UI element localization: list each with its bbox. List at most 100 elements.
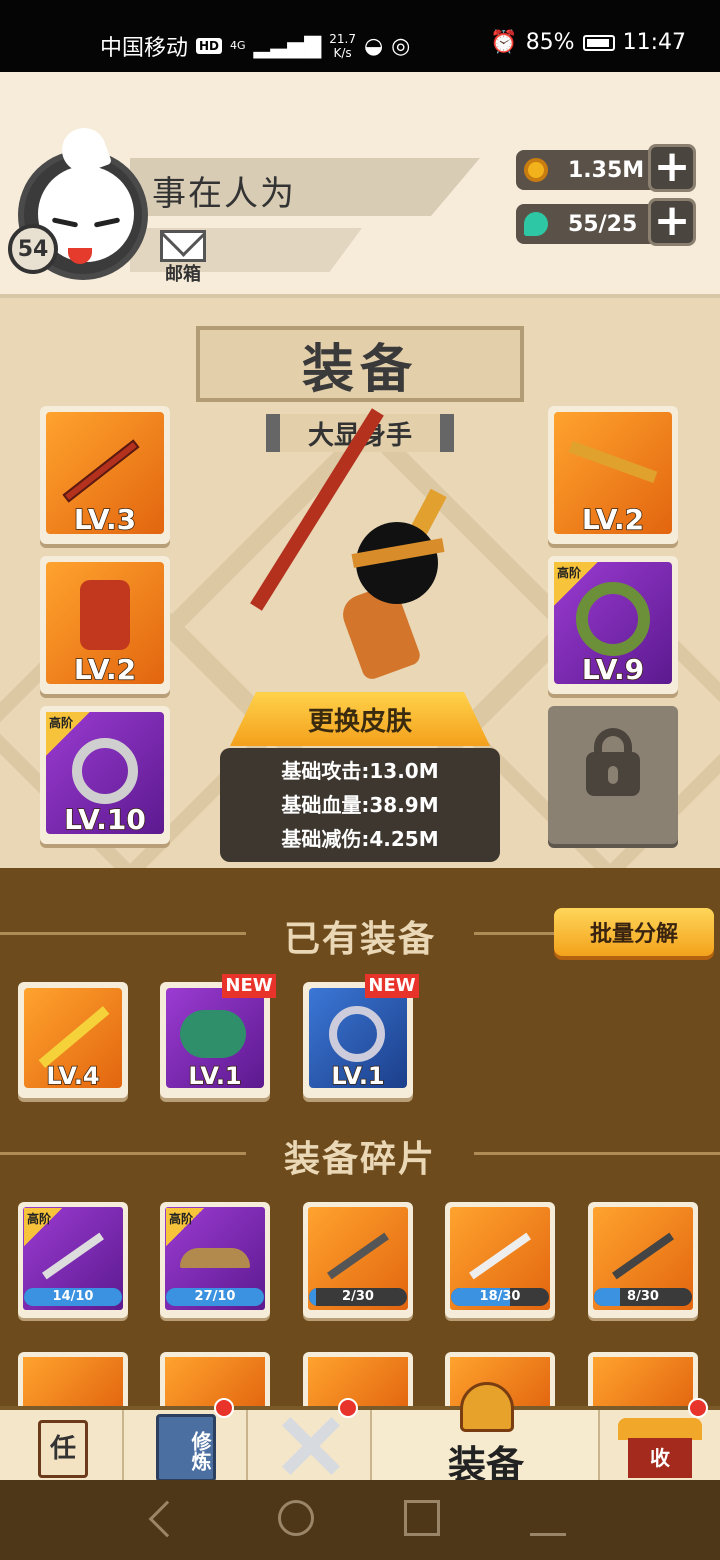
high-tier-tag: 高阶: [166, 1208, 204, 1246]
add-energy-button[interactable]: +: [648, 198, 696, 246]
armor-icon: [80, 580, 130, 650]
network-label: 4G: [230, 39, 246, 52]
slot-level: LV.3: [73, 502, 137, 537]
change-skin-button[interactable]: 更换皮肤: [230, 692, 490, 746]
batch-dismantle-button[interactable]: 批量分解: [554, 908, 714, 956]
gold-counter: 1.35M +: [516, 144, 696, 192]
wechat-icon: ◎: [391, 33, 411, 59]
system-nav-bar: [0, 1480, 720, 1560]
clock: 11:47: [622, 30, 686, 55]
battery-icon: [582, 34, 615, 51]
alarm-icon: ⏰: [490, 30, 518, 55]
speed-unit: K/s: [333, 46, 352, 60]
item-level: LV.1: [331, 1061, 386, 1091]
pavilion-icon: 收: [628, 1438, 692, 1478]
equip-slot-armor[interactable]: LV.2: [40, 556, 170, 694]
home-icon[interactable]: [278, 1500, 314, 1536]
base-stats-panel: 基础攻击:13.0M 基础血量:38.9M 基础减伤:4.25M: [220, 748, 500, 862]
add-gold-button[interactable]: +: [648, 144, 696, 192]
fragments-section-title: 装备碎片: [283, 1139, 436, 1180]
notification-dot: [214, 1398, 234, 1418]
slot-level: LV.9: [581, 652, 645, 687]
progress-text: 8/30: [627, 1289, 659, 1304]
fragment-item[interactable]: 高阶 27/10: [160, 1202, 270, 1318]
tab-cultivate[interactable]: 修炼: [124, 1398, 248, 1484]
equip-slot-locked[interactable]: [548, 706, 678, 844]
tab-shop[interactable]: 收: [600, 1398, 720, 1484]
coin-icon: [524, 158, 548, 182]
equip-slot-accessory[interactable]: LV.2: [548, 406, 678, 544]
owned-item[interactable]: LV.4: [18, 982, 128, 1098]
signal-icon: ▂▃▅▇: [253, 33, 322, 59]
notification-dot: [338, 1398, 358, 1418]
stat-attack: 基础攻击:13.0M: [281, 759, 439, 783]
equip-slot-bracer[interactable]: 高阶 LV.9: [548, 556, 678, 694]
progress-text: 14/10: [52, 1289, 94, 1304]
back-icon[interactable]: [148, 1500, 186, 1538]
gauntlet-icon: [180, 1010, 246, 1058]
lock-keyhole: [608, 766, 618, 784]
ring-icon: [329, 1006, 385, 1062]
progress-text: 2/30: [342, 1289, 374, 1304]
fragment-progress: 27/10: [166, 1288, 264, 1306]
energy-counter: 55/25 +: [516, 198, 696, 246]
gold-value: 1.35M: [568, 158, 645, 183]
pavilion-roof-icon: [618, 1418, 702, 1440]
network-speed: 21.7 K/s: [329, 32, 356, 60]
stat-damage-reduction: 基础减伤:4.25M: [281, 827, 439, 851]
hd-icon: HD: [196, 38, 223, 54]
player-name: 事在人为: [152, 174, 296, 214]
energy-value: 55/25: [568, 212, 638, 237]
progress-text: 18/30: [479, 1289, 521, 1304]
fragment-item[interactable]: 8/30: [588, 1202, 698, 1318]
mailbox-button[interactable]: 邮箱: [160, 230, 206, 285]
book-icon: 修炼: [156, 1414, 216, 1482]
scroll-icon: 任: [38, 1420, 88, 1478]
battery-percent: 85%: [525, 30, 575, 55]
bracer-icon: [576, 582, 650, 656]
player-level-badge: 54: [8, 224, 58, 274]
avatar-eye-right: [93, 217, 121, 228]
fragment-item[interactable]: 18/30: [445, 1202, 555, 1318]
ring-icon: [72, 738, 138, 804]
bottom-tab-bar: 任 修炼 装备 收: [0, 1382, 720, 1487]
new-badge: NEW: [365, 974, 419, 998]
tab-tasks[interactable]: 任: [0, 1410, 124, 1484]
status-bar: 中国移动 HD 4G ▂▃▅▇ 21.7 K/s ◒ ◎ ⏰ 85% 11:47: [0, 0, 720, 72]
recents-icon[interactable]: [404, 1500, 440, 1536]
speed-value: 21.7: [329, 32, 356, 46]
fragment-item[interactable]: 高阶 14/10: [18, 1202, 128, 1318]
mail-icon: [160, 230, 206, 262]
slot-level: LV.10: [63, 802, 146, 837]
equip-slot-ring[interactable]: 高阶 LV.10: [40, 706, 170, 844]
new-badge: NEW: [222, 974, 276, 998]
fragment-progress: 18/30: [451, 1288, 549, 1306]
owned-item[interactable]: LV.1: [160, 982, 270, 1098]
tab-equipment-active[interactable]: 装备: [372, 1382, 600, 1487]
fragment-progress: 2/30: [309, 1288, 407, 1306]
fragment-progress: 14/10: [24, 1288, 122, 1306]
avatar-eye-left: [51, 217, 79, 228]
equipment-title: 装备: [196, 326, 524, 402]
item-level: LV.1: [188, 1061, 243, 1091]
notification-pull-icon[interactable]: [530, 1500, 566, 1536]
hat-icon: [180, 1248, 250, 1268]
slot-level: LV.2: [581, 502, 645, 537]
fragment-item-partial[interactable]: [18, 1352, 128, 1412]
owned-item[interactable]: LV.1: [303, 982, 413, 1098]
slot-level: LV.2: [73, 652, 137, 687]
notification-dot: [688, 1398, 708, 1418]
high-tier-tag: 高阶: [24, 1208, 62, 1246]
carrier-label: 中国移动: [100, 36, 189, 61]
qq-icon: ◒: [363, 33, 384, 59]
fragment-item[interactable]: 2/30: [303, 1202, 413, 1318]
equip-slot-weapon[interactable]: LV.3: [40, 406, 170, 544]
item-level: LV.4: [46, 1061, 101, 1091]
stat-hp: 基础血量:38.9M: [281, 793, 439, 817]
fragment-item-partial[interactable]: [588, 1352, 698, 1412]
progress-text: 27/10: [194, 1289, 236, 1304]
fragment-item-partial[interactable]: [303, 1352, 413, 1412]
energy-orb-icon: [524, 212, 548, 236]
tab-battle[interactable]: [248, 1398, 372, 1484]
helmet-icon: [460, 1382, 514, 1432]
